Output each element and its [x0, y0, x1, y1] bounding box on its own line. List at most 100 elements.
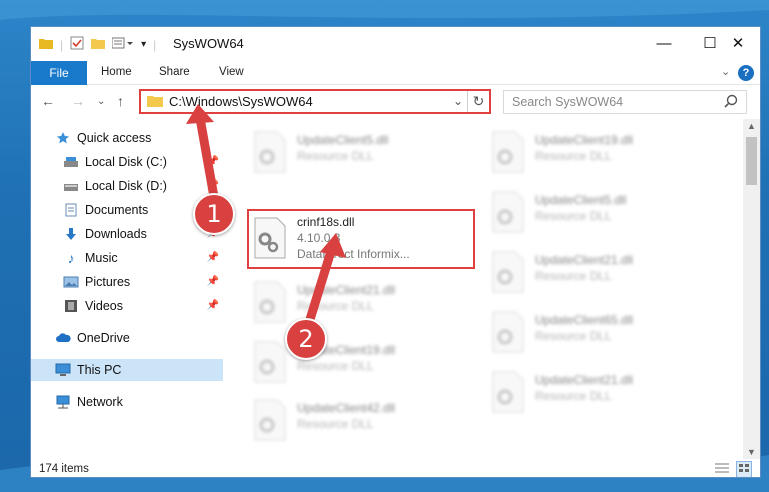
music-icon: ♪: [67, 250, 75, 266]
file-item[interactable]: UpdateClient42.dll Resource DLL: [249, 393, 475, 453]
sidebar-item-music[interactable]: ♪ Music 📌: [31, 247, 223, 269]
status-bar: 174 items: [31, 459, 760, 477]
sidebar-item-pictures[interactable]: Pictures 📌: [31, 271, 223, 293]
file-type: Resource DLL: [535, 389, 612, 403]
file-description: DataDirect Informix...: [297, 247, 410, 261]
recent-locations-icon[interactable]: ⌄: [97, 96, 105, 107]
sidebar-item-this-pc[interactable]: This PC: [31, 359, 223, 381]
window-title: SysWOW64: [173, 36, 244, 51]
title-bar: | ▾ | SysWOW64 — ☐ ✕: [31, 27, 760, 61]
expand-ribbon-icon[interactable]: ⌄: [721, 65, 730, 78]
file-version: 4.10.0.3: [297, 231, 341, 245]
file-name: UpdateClient21.dll: [535, 373, 634, 387]
tab-file[interactable]: File: [31, 61, 87, 85]
view-toggles: [714, 461, 752, 477]
forward-arrow-icon[interactable]: →: [71, 93, 85, 109]
sidebar-item-downloads[interactable]: Downloads 📌: [31, 223, 223, 245]
file-name: crinf18s.dll: [297, 215, 355, 229]
tab-home[interactable]: Home: [101, 66, 132, 78]
vertical-scrollbar[interactable]: ▲ ▼: [743, 119, 760, 459]
dll-file-icon: [254, 131, 286, 173]
file-item[interactable]: UpdateClient21.dll Resource DLL: [487, 365, 713, 425]
sidebar-item-label: OneDrive: [77, 331, 130, 345]
sidebar-item-network[interactable]: Network: [31, 391, 223, 413]
videos-icon: [63, 298, 79, 314]
refresh-icon[interactable]: ↻: [467, 91, 489, 112]
folder-icon[interactable]: [39, 37, 53, 52]
file-type: Resource DLL: [297, 149, 374, 163]
address-bar[interactable]: C:\Windows\SysWOW64 ⌄ ↻: [139, 89, 491, 114]
file-name: UpdateClient19.dll: [535, 133, 634, 147]
folder-icon: [147, 94, 163, 110]
separator: |: [60, 37, 64, 52]
cloud-icon: [55, 330, 71, 346]
pin-icon[interactable]: 📌: [207, 180, 219, 191]
file-type: Resource DLL: [535, 269, 612, 283]
callout-step-2: 2: [285, 318, 327, 360]
scrollbar-thumb[interactable]: [746, 137, 757, 185]
help-icon[interactable]: ?: [738, 65, 754, 81]
sidebar-item-label: Quick access: [77, 131, 152, 145]
pin-icon[interactable]: 📌: [207, 156, 219, 167]
drive-icon: [63, 154, 79, 170]
sidebar-item-label: Network: [77, 395, 123, 409]
scroll-down-icon[interactable]: ▼: [747, 447, 756, 457]
sidebar-item-label: Local Disk (D:): [85, 179, 167, 193]
pin-icon[interactable]: 📌: [207, 276, 219, 287]
address-path[interactable]: C:\Windows\SysWOW64: [169, 94, 313, 109]
file-name: UpdateClient5.dll: [297, 133, 389, 147]
back-arrow-icon[interactable]: ←: [41, 93, 55, 109]
search-placeholder: Search SysWOW64: [512, 95, 624, 109]
file-name: UpdateClient5.dll: [535, 193, 627, 207]
dll-file-icon: [254, 399, 286, 441]
pictures-icon: [63, 274, 79, 290]
sidebar-item-videos[interactable]: Videos 📌: [31, 295, 223, 317]
file-list: UpdateClient5.dll Resource DLL crinf18s.…: [231, 119, 741, 459]
tab-share[interactable]: Share: [159, 66, 190, 78]
dll-file-icon: [492, 371, 524, 413]
file-type: Resource DLL: [297, 359, 374, 373]
sidebar-item-label: Videos: [85, 299, 123, 313]
search-icon[interactable]: [724, 94, 738, 111]
scroll-up-icon[interactable]: ▲: [747, 121, 756, 131]
file-item[interactable]: UpdateClient19.dll Resource DLL: [249, 335, 475, 395]
file-item[interactable]: UpdateClient5.dll Resource DLL: [249, 125, 475, 185]
sidebar-item-onedrive[interactable]: OneDrive: [31, 327, 223, 349]
details-view-icon[interactable]: [714, 461, 730, 477]
tab-view[interactable]: View: [219, 66, 244, 78]
file-item[interactable]: UpdateClient19.dll Resource DLL: [487, 125, 713, 185]
close-button[interactable]: ✕: [715, 27, 760, 59]
file-type: Resource DLL: [535, 329, 612, 343]
file-item[interactable]: UpdateClient65.dll Resource DLL: [487, 305, 713, 365]
dll-file-icon: [254, 281, 286, 323]
sidebar-item-label: Downloads: [85, 227, 147, 241]
pin-icon[interactable]: 📌: [207, 252, 219, 263]
up-arrow-icon[interactable]: ↑: [117, 93, 124, 109]
file-item-highlighted[interactable]: crinf18s.dll 4.10.0.3 DataDirect Informi…: [247, 209, 475, 269]
file-item[interactable]: UpdateClient21.dll Resource DLL: [249, 275, 475, 335]
file-type: Resource DLL: [297, 417, 374, 431]
sidebar-item-local-disk-d[interactable]: Local Disk (D:) 📌: [31, 175, 223, 197]
dropdown-arrow-icon[interactable]: ▾: [141, 39, 146, 50]
large-icons-view-icon[interactable]: [736, 461, 752, 477]
minimize-button[interactable]: —: [641, 27, 687, 59]
search-input[interactable]: Search SysWOW64: [503, 90, 747, 114]
documents-icon: [63, 202, 79, 218]
sidebar-item-local-disk-c[interactable]: Local Disk (C:) 📌: [31, 151, 223, 173]
pin-icon[interactable]: 📌: [207, 300, 219, 311]
file-name: UpdateClient42.dll: [297, 401, 396, 415]
sidebar-item-quick-access[interactable]: Quick access: [31, 127, 223, 149]
properties-icon[interactable]: [70, 36, 84, 53]
navigation-pane: Quick access Local Disk (C:) 📌 Local Dis…: [31, 119, 223, 459]
file-item[interactable]: UpdateClient21.dll Resource DLL: [487, 245, 713, 305]
file-name: UpdateClient21.dll: [297, 283, 396, 297]
dll-file-icon: [254, 341, 286, 383]
file-item[interactable]: UpdateClient5.dll Resource DLL: [487, 185, 713, 245]
new-folder-icon[interactable]: [91, 37, 106, 52]
dll-file-icon: [254, 217, 286, 259]
customize-toolbar-icon[interactable]: [111, 37, 134, 52]
file-type: Resource DLL: [535, 209, 612, 223]
address-dropdown-icon[interactable]: ⌄: [453, 94, 463, 108]
dll-file-icon: [492, 251, 524, 293]
network-icon: [55, 394, 71, 410]
